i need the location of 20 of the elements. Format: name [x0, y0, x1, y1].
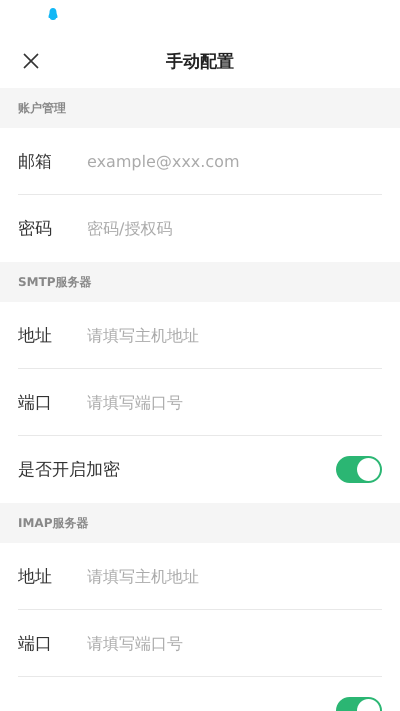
field-label: 邮箱	[18, 150, 53, 172]
section-header: IMAP服务器	[0, 503, 400, 543]
section-header: SMTP服务器	[0, 262, 400, 302]
toggle-switch[interactable]	[336, 456, 382, 483]
input-field[interactable]: 请填写主机地址	[87, 566, 382, 586]
input-field[interactable]: 请填写端口号	[87, 392, 382, 412]
field-label: 端口	[18, 392, 53, 414]
field-label: 端口	[18, 632, 53, 654]
field-label: 地址	[18, 324, 53, 346]
close-icon[interactable]	[23, 53, 39, 69]
input-field[interactable]: 密码/授权码	[87, 219, 382, 238]
field-label: 地址	[18, 566, 53, 588]
toggle-label: 是否开启加密	[18, 459, 120, 481]
section-header: 账户管理	[0, 88, 400, 128]
penguin-icon	[48, 8, 58, 20]
input-field[interactable]: 请填写端口号	[87, 634, 382, 652]
input-field[interactable]: example@xxx.com	[87, 152, 382, 170]
page-title: 手动配置	[166, 51, 234, 73]
input-field[interactable]: 请填写主机地址	[87, 326, 382, 344]
field-label: 密码	[18, 218, 53, 240]
